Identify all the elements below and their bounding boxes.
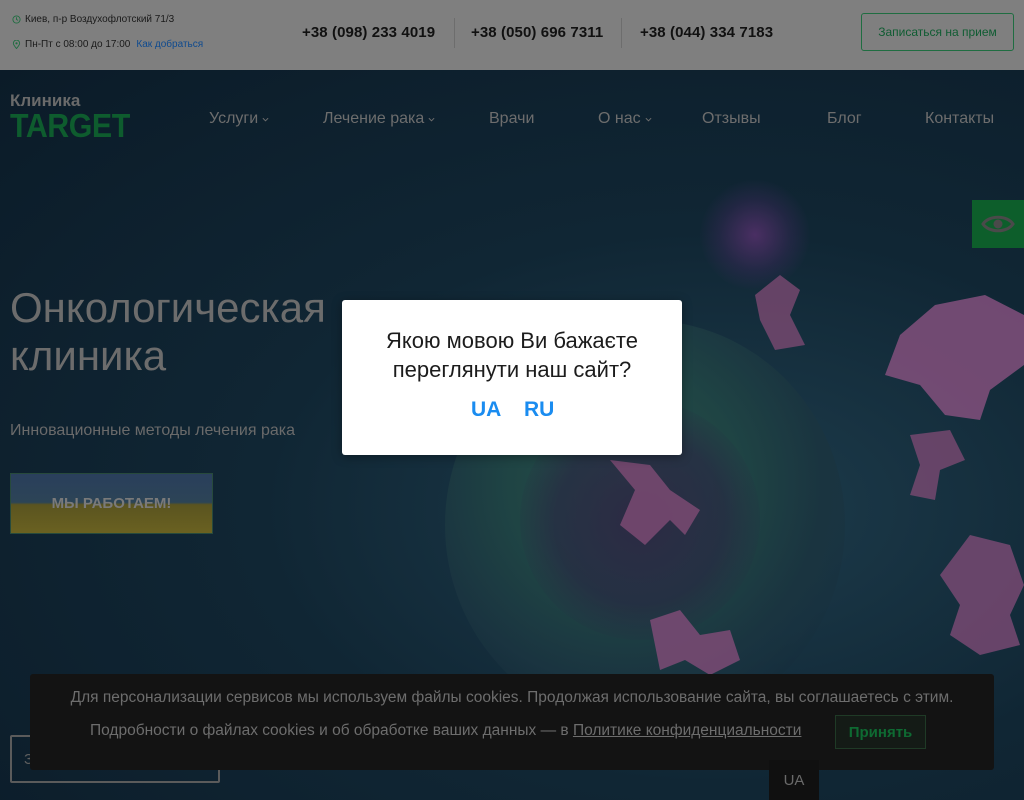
top-contact-bar: Киев, п-р Воздухофлотский 71/3 Пн-Пт с 0…: [0, 0, 1024, 70]
privacy-policy-link[interactable]: Политике конфиденциальности: [573, 722, 802, 739]
phone-link-3[interactable]: +38 (044) 334 7183: [640, 24, 773, 41]
nav-label: Блог: [827, 110, 862, 127]
nav-label: О нас: [598, 110, 641, 127]
cookie-notice-text: Для персонализации сервисов мы используе…: [70, 689, 954, 706]
nav-label: Услуги: [209, 110, 259, 127]
language-option-ru[interactable]: RU: [524, 398, 554, 422]
hero-title-line: Онкологическая: [10, 284, 326, 331]
address-line: Киев, п-р Воздухофлотский 71/3: [12, 14, 174, 25]
phone-link-1[interactable]: +38 (098) 233 4019: [302, 24, 435, 41]
nav-item-doctors[interactable]: Врачи: [489, 110, 534, 128]
clinic-logo[interactable]: Клиника TARGET: [10, 92, 140, 144]
accept-cookies-button[interactable]: Принять: [835, 715, 926, 749]
phone-divider: [621, 18, 622, 48]
hero-title-line: клиника: [10, 332, 167, 379]
nav-label: Лечение рака: [323, 110, 425, 127]
cookie-banner: Для персонализации сервисов мы используе…: [30, 674, 994, 770]
phone-divider: [454, 18, 455, 48]
antibody-illustration: [910, 430, 965, 500]
language-question-line: переглянути наш сайт?: [392, 357, 632, 382]
address-text: Киев, п-р Воздухофлотский 71/3: [25, 14, 175, 25]
route-link[interactable]: Как добраться: [136, 39, 203, 50]
hero-subtitle: Инновационные методы лечения рака: [10, 422, 296, 439]
accessibility-button[interactable]: [972, 200, 1024, 248]
chevron-down-icon: [428, 117, 435, 122]
language-question: Якою мовою Ви бажаєте переглянути наш са…: [342, 326, 682, 384]
nav-item-contacts[interactable]: Контакты: [925, 110, 994, 128]
hero-title: Онкологическая клиника: [10, 284, 326, 380]
we-are-working-button[interactable]: МЫ РАБОТАЕМ!: [10, 473, 213, 534]
nav-label: Контакты: [925, 110, 995, 127]
language-modal: Якою мовою Ви бажаєте переглянути наш са…: [342, 300, 682, 455]
antibody-illustration: [650, 610, 740, 675]
logo-wordmark: TARGET: [10, 107, 130, 144]
antibody-illustration: [755, 275, 805, 350]
eye-icon: [981, 215, 1015, 233]
cookie-details-text: Подробности о файлах cookies и об обрабо…: [90, 722, 801, 740]
nav-item-reviews[interactable]: Отзывы: [702, 110, 761, 128]
nav-item-blog[interactable]: Блог: [827, 110, 862, 128]
antibody-illustration: [940, 535, 1024, 655]
nav-label: Врачи: [489, 110, 535, 127]
background-glow: [700, 180, 810, 290]
language-question-line: Якою мовою Ви бажаєте: [386, 328, 638, 353]
cookie-details-prefix: Подробности о файлах cookies и об обрабо…: [90, 722, 569, 739]
chevron-down-icon: [645, 117, 652, 122]
phone-link-2[interactable]: +38 (050) 696 7311: [471, 24, 603, 41]
hours-line: Пн-Пт с 08:00 до 17:00 Как добраться: [12, 39, 203, 50]
language-option-ua[interactable]: UA: [471, 398, 501, 422]
nav-item-services[interactable]: Услуги: [209, 110, 269, 128]
appointment-button[interactable]: Записаться на прием: [861, 13, 1014, 51]
chevron-down-icon: [262, 117, 269, 122]
location-pin-icon: [12, 40, 21, 49]
nav-item-cancer-treatment[interactable]: Лечение рака: [323, 110, 435, 128]
clock-icon: [12, 15, 21, 24]
language-switcher-tab[interactable]: UA: [769, 760, 819, 800]
antibody-illustration: [885, 295, 1024, 420]
antibody-illustration: [610, 460, 700, 545]
working-hours: Пн-Пт с 08:00 до 17:00: [25, 39, 131, 50]
nav-label: Отзывы: [702, 110, 761, 127]
nav-item-about[interactable]: О нас: [598, 110, 652, 128]
